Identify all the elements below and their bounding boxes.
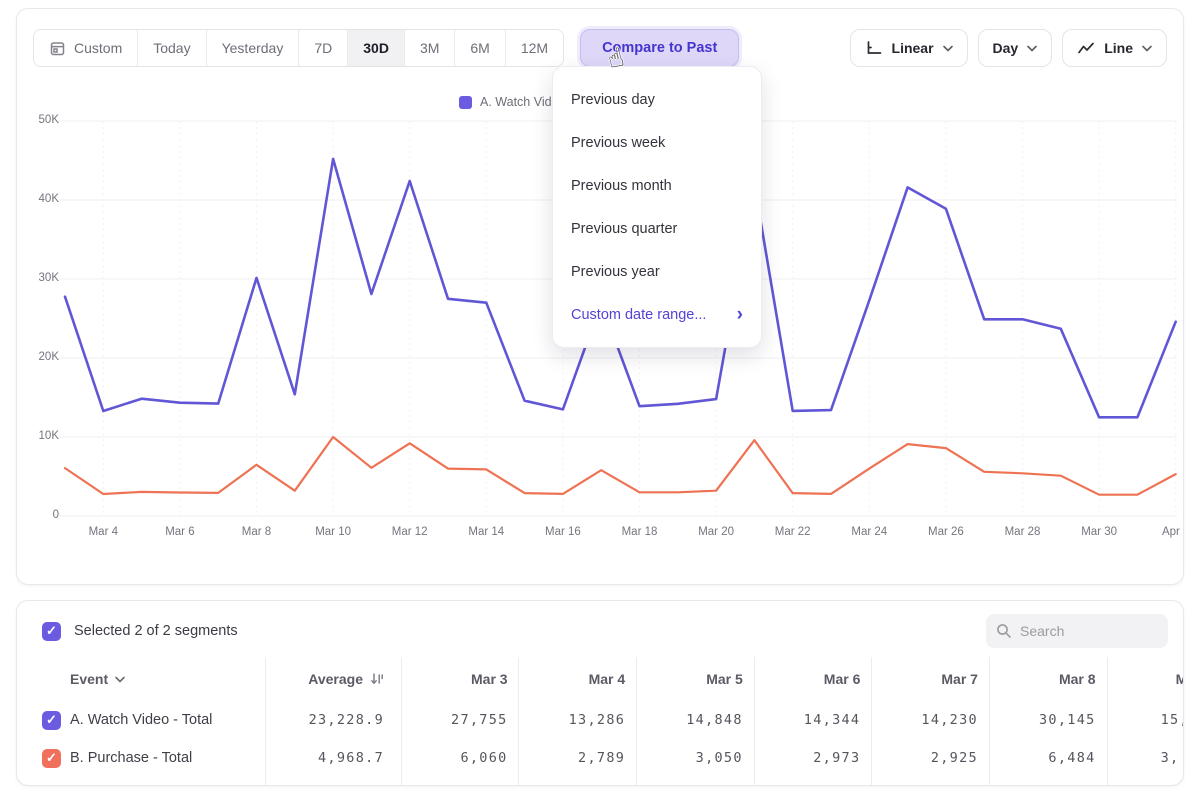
date-column-header[interactable]: Mar 8: [989, 671, 1107, 687]
event-name: A. Watch Video - Total: [70, 712, 212, 728]
date-column-header[interactable]: Mar 6: [754, 671, 872, 687]
event-cell: ✓ A. Watch Video - Total: [17, 711, 281, 730]
search-icon: [996, 623, 1012, 639]
y-tick-label: 30K: [17, 272, 59, 284]
table-header-row: Event Average Mar 3 Mar 4 Mar 5 Mar 6 Ma…: [17, 660, 1184, 698]
value-cell: 3,050: [636, 750, 754, 766]
x-tick-label: Mar 22: [765, 526, 821, 538]
submenu-arrow-icon: ›: [737, 305, 743, 324]
x-tick-label: Mar 18: [612, 526, 668, 538]
menu-item-previous-day[interactable]: Previous day: [553, 78, 761, 121]
x-tick-label: Mar 10: [305, 526, 361, 538]
value-cell: 2,789: [519, 750, 637, 766]
date-column-header[interactable]: Mar 7: [871, 671, 989, 687]
menu-item-previous-month[interactable]: Previous month: [553, 164, 761, 207]
average-header-label: Average: [308, 671, 363, 687]
value-cell: 6,484: [989, 750, 1107, 766]
y-tick-label: 10K: [17, 430, 59, 442]
y-tick-label: 40K: [17, 193, 59, 205]
event-cell: ✓ B. Purchase - Total: [17, 749, 281, 768]
value-cell: 14,848: [636, 712, 754, 728]
value-cell: 13,286: [519, 712, 637, 728]
segments-table-card: ✓ Selected 2 of 2 segments Event Average: [16, 600, 1184, 786]
row-checkbox-purchase[interactable]: ✓: [42, 749, 61, 768]
checkmark-icon: ✓: [46, 712, 57, 728]
event-header-label: Event: [70, 671, 108, 687]
value-cell: 2,925: [871, 750, 989, 766]
x-tick-label: Mar 20: [688, 526, 744, 538]
x-tick-label: Mar 8: [229, 526, 285, 538]
segments-table: Event Average Mar 3 Mar 4 Mar 5 Mar 6 Ma…: [17, 655, 1183, 785]
x-tick-label: Mar 6: [152, 526, 208, 538]
x-tick-label: Mar 28: [995, 526, 1051, 538]
value-cell-clipped: 3,: [1107, 750, 1184, 766]
custom-date-range-label: Custom date range...: [571, 307, 706, 323]
event-name: B. Purchase - Total: [70, 750, 192, 766]
date-column-header-clipped[interactable]: M: [1107, 671, 1184, 687]
series-line-purchase: [65, 437, 1176, 495]
x-tick-label: Mar 12: [382, 526, 438, 538]
x-tick-label: Apr 1: [1148, 526, 1184, 538]
value-cell: 14,230: [871, 712, 989, 728]
checkmark-icon: ✓: [46, 623, 57, 639]
segments-selected-text: Selected 2 of 2 segments: [74, 623, 238, 639]
y-tick-label: 20K: [17, 351, 59, 363]
menu-item-previous-quarter[interactable]: Previous quarter: [553, 207, 761, 250]
average-cell: 23,228.9: [281, 712, 401, 728]
y-tick-label: 50K: [17, 114, 59, 126]
value-cell: 27,755: [401, 712, 519, 728]
date-column-header[interactable]: Mar 4: [519, 671, 637, 687]
value-cell: 6,060: [401, 750, 519, 766]
date-column-header[interactable]: Mar 3: [401, 671, 519, 687]
date-column-header[interactable]: Mar 5: [636, 671, 754, 687]
value-cell: 14,344: [754, 712, 872, 728]
x-tick-label: Mar 14: [458, 526, 514, 538]
table-row-purchase[interactable]: ✓ B. Purchase - Total 4,968.7 6,060 2,78…: [17, 739, 1184, 777]
x-tick-label: Mar 16: [535, 526, 591, 538]
x-tick-label: Mar 24: [841, 526, 897, 538]
analytics-page: { "toolbar": { "date_ranges": ["Custom",…: [0, 0, 1200, 802]
chevron-down-icon: [115, 676, 125, 683]
value-cell: 30,145: [989, 712, 1107, 728]
average-column-header[interactable]: Average: [281, 671, 401, 687]
menu-item-previous-year[interactable]: Previous year: [553, 250, 761, 293]
segments-bar: ✓ Selected 2 of 2 segments: [42, 614, 1168, 648]
search-input[interactable]: [1020, 623, 1150, 639]
menu-item-custom-date-range[interactable]: Custom date range... ›: [553, 293, 761, 336]
search-box: [986, 614, 1168, 648]
select-all-checkbox[interactable]: ✓: [42, 622, 61, 641]
value-cell-clipped: 15,: [1107, 712, 1184, 728]
value-cell: 2,973: [754, 750, 872, 766]
x-tick-label: Mar 4: [75, 526, 131, 538]
y-tick-label: 0: [17, 509, 59, 521]
sort-descending-icon: [370, 672, 384, 686]
event-column-header[interactable]: Event: [17, 671, 281, 687]
x-tick-label: Mar 26: [918, 526, 974, 538]
row-checkbox-watch-video[interactable]: ✓: [42, 711, 61, 730]
x-tick-label: Mar 30: [1071, 526, 1127, 538]
compare-to-past-menu: Previous day Previous week Previous mont…: [552, 66, 762, 348]
average-cell: 4,968.7: [281, 750, 401, 766]
menu-item-previous-week[interactable]: Previous week: [553, 121, 761, 164]
table-row-watch-video[interactable]: ✓ A. Watch Video - Total 23,228.9 27,755…: [17, 701, 1184, 739]
checkmark-icon: ✓: [46, 750, 57, 766]
